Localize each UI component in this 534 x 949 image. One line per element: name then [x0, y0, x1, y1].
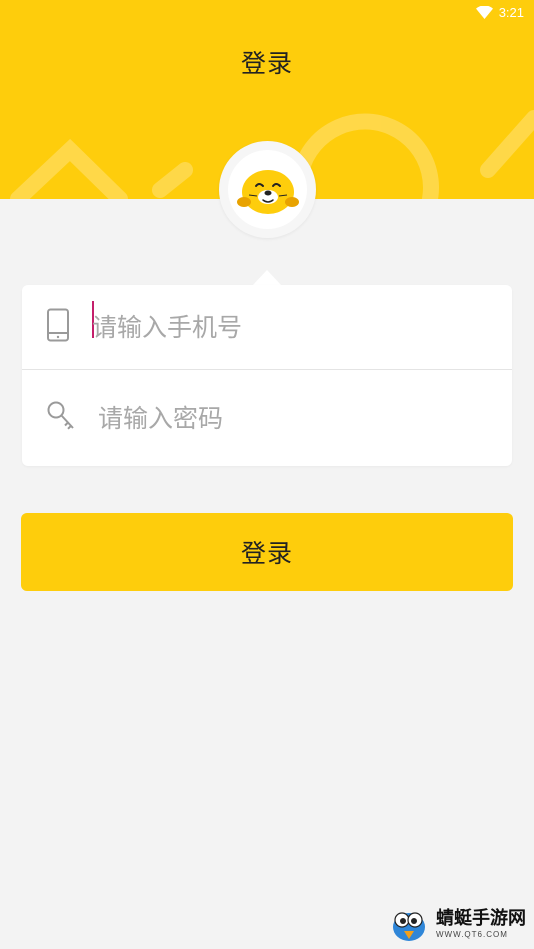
password-row	[22, 370, 512, 466]
avatar-inner	[228, 150, 307, 229]
bird-mascot-icon	[393, 912, 425, 941]
password-input[interactable]	[98, 370, 498, 466]
key-icon	[46, 400, 76, 436]
watermark: 蜻蜓手游网 WWW.QT6.COM	[388, 902, 526, 946]
watermark-text: 蜻蜓手游网	[436, 907, 526, 929]
login-form-card	[22, 285, 512, 466]
login-button[interactable]: 登录	[21, 513, 513, 591]
avatar	[219, 141, 316, 238]
seal-mascot-icon	[236, 169, 299, 214]
watermark-subtext: WWW.QT6.COM	[436, 929, 508, 939]
phone-input[interactable]	[92, 285, 492, 369]
status-bar: 3:21	[475, 3, 524, 21]
wifi-icon	[475, 5, 493, 19]
phone-icon	[46, 308, 70, 346]
status-time: 3:21	[498, 4, 524, 20]
phone-row	[22, 285, 512, 369]
card-pointer	[253, 270, 281, 285]
page-title: 登录	[240, 49, 293, 78]
